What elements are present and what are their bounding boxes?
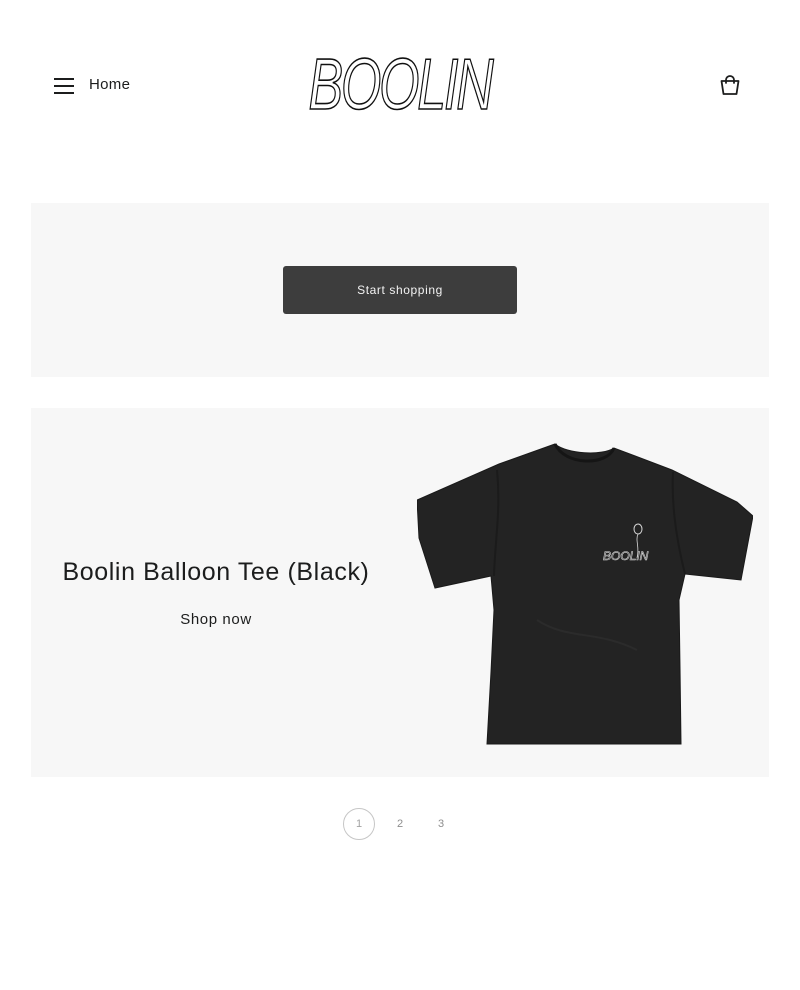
site-logo[interactable]: BOOLIN [308, 44, 494, 126]
start-shopping-button[interactable]: Start shopping [283, 266, 517, 314]
hamburger-menu-icon[interactable] [54, 76, 74, 96]
home-link[interactable]: Home [89, 76, 130, 93]
page-1-button[interactable]: 1 [343, 808, 375, 840]
page-3-button[interactable]: 3 [425, 808, 457, 840]
shirt-print-text: BOOLIN [603, 549, 649, 563]
hero-banner: Start shopping [31, 203, 769, 377]
shop-now-link[interactable]: Shop now [31, 611, 401, 628]
shopping-bag-icon[interactable] [718, 73, 742, 97]
featured-product-slide: Boolin Balloon Tee (Black) Shop now BOOL… [31, 408, 769, 777]
black-tshirt-image[interactable]: BOOLIN [416, 440, 754, 746]
slideshow-pagination: 1 2 3 [0, 808, 800, 840]
page-2-button[interactable]: 2 [384, 808, 416, 840]
site-header: Home BOOLIN [0, 0, 800, 170]
product-title: Boolin Balloon Tee (Black) [62, 558, 370, 586]
